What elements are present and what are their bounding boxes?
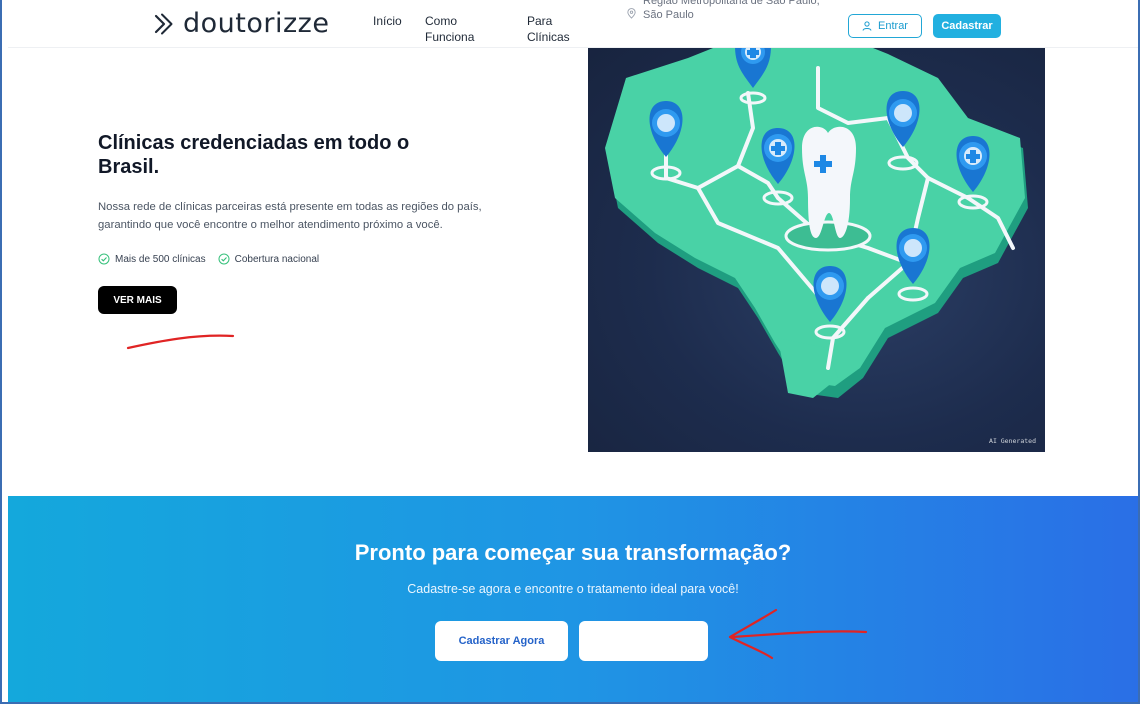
login-button[interactable]: Entrar [848, 14, 922, 38]
signup-button[interactable]: Cadastrar [933, 14, 1001, 38]
cta-subtitle: Cadastre-se agora e encontre o tratament… [407, 582, 739, 596]
user-icon [862, 21, 872, 31]
feature-item: Cobertura nacional [218, 253, 320, 265]
location-selector[interactable]: Região Metropolitana de São Paulo, São P… [626, 0, 836, 22]
feature-label: Cobertura nacional [234, 253, 320, 265]
logo[interactable]: doutorizze [153, 8, 330, 39]
login-button-label: Entrar [878, 20, 908, 32]
feature-label: Mais de 500 clínicas [115, 253, 206, 265]
check-circle-icon [98, 253, 110, 265]
top-navbar: doutorizze Início Como Funciona Para Clí… [8, 0, 1138, 48]
ver-mais-button[interactable]: VER MAIS [98, 286, 177, 314]
cta-section: Pronto para começar sua transformação? C… [8, 496, 1138, 704]
brazil-map-illustration: AI Generated [588, 48, 1045, 452]
logo-chevron-icon [154, 13, 173, 35]
check-circle-icon [218, 253, 230, 265]
ai-generated-badge: AI Generated [989, 437, 1036, 445]
feature-list: Mais de 500 clínicas Cobertura nacional [98, 253, 319, 265]
nav-link-para-clinicas[interactable]: Para Clínicas [527, 13, 579, 45]
feature-item: Mais de 500 clínicas [98, 253, 206, 265]
hero-title: Clínicas credenciadas em todo o Brasil. [98, 132, 410, 178]
location-text: Região Metropolitana de São Paulo, São P… [643, 0, 820, 21]
logo-text: doutorizze [183, 8, 330, 39]
cadastrar-agora-button[interactable]: Cadastrar Agora [435, 621, 568, 661]
hero-description: Nossa rede de clínicas parceiras está pr… [98, 201, 482, 231]
cta-title: Pronto para começar sua transformação? [354, 540, 792, 565]
nav-link-como-funciona[interactable]: Como Funciona [425, 13, 487, 45]
nav-link-inicio[interactable]: Início [373, 13, 402, 29]
brazil-map-graphic [605, 48, 1028, 398]
map-pin-icon [627, 8, 636, 19]
secondary-cta-button[interactable] [579, 621, 708, 661]
